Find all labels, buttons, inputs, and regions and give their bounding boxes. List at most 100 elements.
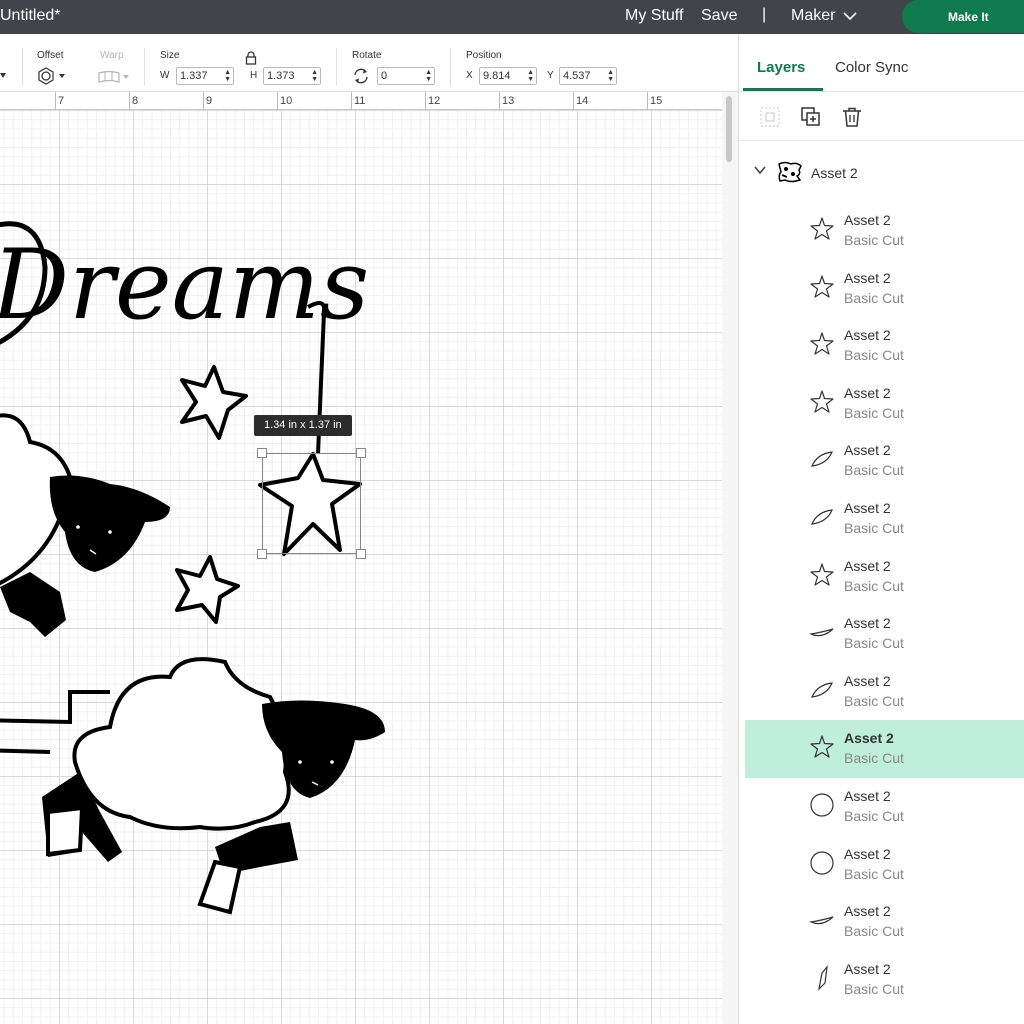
y-position-value: 4.537	[563, 70, 591, 82]
ruler-mark	[55, 92, 56, 110]
star-shape[interactable]	[180, 365, 248, 440]
tab-divider	[739, 91, 1024, 92]
sheep-lower[interactable]	[0, 657, 385, 915]
selection-bounding-box[interactable]	[262, 453, 361, 554]
circle-icon	[810, 850, 834, 875]
star-shape[interactable]	[175, 555, 240, 624]
top-header: Untitled* My Stuff Save | Maker Make It	[0, 0, 1024, 34]
dropdown-arrow-icon[interactable]	[0, 72, 8, 80]
machine-label: Maker	[791, 7, 836, 24]
star-icon	[810, 562, 834, 586]
warp-icon	[98, 70, 129, 83]
layer-row[interactable]: Asset 2 Basic Cut	[739, 432, 1024, 490]
layer-name: Asset 2	[844, 269, 891, 286]
layer-row[interactable]: Asset 2 Basic Cut	[739, 893, 1024, 951]
leaf-icon	[811, 509, 833, 525]
project-title[interactable]: Untitled*	[0, 7, 60, 25]
x-position-value: 9.814	[483, 70, 511, 82]
height-input[interactable]: 1.373 ▲ ▼	[263, 67, 321, 85]
ruler-tick: 9	[206, 95, 213, 107]
panel-divider	[739, 140, 1024, 141]
layer-name: Asset 2	[844, 960, 891, 977]
dreams-text[interactable]: Dreams	[0, 229, 369, 341]
height-stepper[interactable]: ▲ ▼	[311, 69, 318, 83]
sheep-upper[interactable]	[0, 413, 170, 637]
toolbar-divider	[22, 48, 23, 86]
resize-handle-top-right[interactable]	[356, 448, 366, 458]
tab-layers[interactable]: Layers	[757, 59, 805, 76]
rotate-input[interactable]: 0 ▲ ▼	[377, 67, 435, 85]
layer-operation-type: Basic Cut	[844, 923, 904, 940]
resize-handle-top-left[interactable]	[257, 448, 267, 458]
layer-operation-type: Basic Cut	[844, 750, 904, 767]
ruler-tick: 8	[132, 95, 139, 107]
make-it-button[interactable]: Make It	[902, 0, 1024, 33]
layer-name: Asset 2	[844, 615, 891, 632]
layer-operation-type: Basic Cut	[844, 807, 904, 824]
layer-operation-type: Basic Cut	[844, 519, 904, 536]
offset-label: Offset	[37, 50, 64, 61]
resize-handle-bottom-left[interactable]	[257, 549, 267, 559]
circle-icon	[810, 793, 834, 817]
dimension-tooltip: 1.34 in x 1.37 in	[254, 415, 352, 436]
layer-row[interactable]: Asset 2 Basic Cut	[739, 202, 1024, 260]
layer-name: Asset 2	[844, 499, 891, 516]
duplicate-icon[interactable]	[800, 106, 822, 128]
layer-row[interactable]: Asset 2 Basic Cut	[739, 605, 1024, 663]
trash-icon[interactable]	[841, 106, 863, 128]
layer-row[interactable]: Asset 2 Basic Cut	[739, 548, 1024, 606]
layer-row-selected[interactable]: Asset 2 Basic Cut	[745, 720, 1024, 778]
canvas-vertical-scrollbar[interactable]	[722, 92, 738, 1024]
resize-handle-bottom-right[interactable]	[356, 549, 366, 559]
layer-row[interactable]: Asset 2 Basic Cut	[739, 951, 1024, 1009]
tab-color-sync[interactable]: Color Sync	[835, 59, 908, 76]
scrollbar-thumb[interactable]	[726, 96, 732, 162]
star-icon	[810, 274, 834, 298]
y-position-input[interactable]: 4.537 ▲ ▼	[559, 67, 617, 85]
y-label: Y	[547, 70, 554, 81]
rotate-icon[interactable]	[352, 67, 370, 85]
lock-icon[interactable]	[245, 51, 257, 65]
layer-name: Asset 2	[844, 787, 891, 804]
crescent-icon	[809, 916, 834, 925]
ruler-tick: 11	[354, 95, 366, 107]
layer-row[interactable]: Asset 2 Basic Cut	[739, 317, 1024, 375]
layer-row[interactable]: Asset 2 Basic Cut	[739, 663, 1024, 721]
ruler-mark	[203, 92, 204, 110]
group-icon[interactable]	[759, 106, 781, 128]
chevron-down-icon[interactable]	[754, 164, 766, 176]
layer-name: Asset 2	[844, 384, 891, 401]
ruler-tick: 12	[428, 95, 441, 107]
x-position-stepper[interactable]: ▲ ▼	[527, 69, 534, 83]
x-label: X	[466, 70, 473, 81]
y-position-stepper[interactable]: ▲ ▼	[607, 69, 614, 83]
machine-selector[interactable]: Maker	[791, 7, 858, 25]
x-position-input[interactable]: 9.814 ▲ ▼	[479, 67, 537, 85]
layer-group-row[interactable]: Asset 2	[739, 156, 1024, 188]
my-stuff-link[interactable]: My Stuff	[625, 7, 683, 25]
chevron-down-icon	[843, 12, 858, 21]
height-value: 1.373	[267, 70, 295, 82]
layer-row[interactable]: Asset 2 Basic Cut	[739, 490, 1024, 548]
layer-row[interactable]: Asset 2 Basic Cut	[739, 375, 1024, 433]
layer-row[interactable]: Asset 2 Basic Cut	[739, 778, 1024, 836]
layer-name: Asset 2	[844, 327, 891, 344]
sliver-icon	[818, 964, 828, 991]
rotate-stepper[interactable]: ▲ ▼	[425, 69, 432, 83]
ruler-mark	[425, 92, 426, 110]
layer-row[interactable]: Asset 2 Basic Cut	[739, 836, 1024, 894]
star-icon	[810, 390, 834, 413]
offset-icon[interactable]	[37, 67, 69, 85]
layer-name: Asset 2	[844, 903, 891, 920]
width-stepper[interactable]: ▲ ▼	[224, 69, 231, 83]
layer-row[interactable]: Asset 2 Basic Cut	[739, 260, 1024, 318]
width-input[interactable]: 1.337 ▲ ▼	[176, 67, 234, 85]
leaf-icon	[811, 682, 833, 698]
save-button[interactable]: Save	[701, 7, 737, 25]
rotate-label: Rotate	[352, 50, 382, 61]
horizontal-ruler: 7 8 9 10 11 12 13 14 15	[0, 92, 722, 110]
leaf-icon	[811, 451, 833, 468]
width-label: W	[160, 70, 170, 81]
group-name: Asset 2	[811, 165, 858, 181]
layers-panel: Layers Color Sync Asset 2 Asset 2 Basic C…	[738, 34, 1024, 1024]
